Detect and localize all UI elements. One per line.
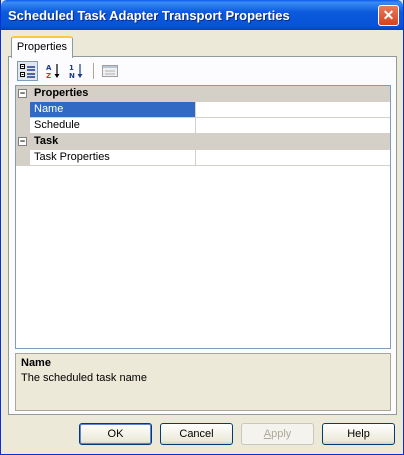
svg-text:N: N <box>69 72 75 79</box>
category-label: Properties <box>34 87 89 99</box>
property-grid-toolbar: A Z 1 N <box>15 59 391 83</box>
alphabetical-sort-button[interactable]: A Z <box>42 61 63 81</box>
property-name-cell[interactable]: Schedule <box>30 118 196 133</box>
description-title: Name <box>21 357 51 369</box>
ok-button[interactable]: OK <box>79 423 152 445</box>
property-value-cell[interactable] <box>197 150 390 165</box>
cancel-button[interactable]: Cancel <box>160 423 233 445</box>
close-button[interactable]: ✕ <box>378 5 399 26</box>
categorized-view-button[interactable] <box>17 61 38 81</box>
property-name-cell[interactable]: Task Properties <box>30 150 196 165</box>
property-value-cell[interactable] <box>197 102 390 117</box>
svg-text:A: A <box>46 64 52 72</box>
categorized-icon <box>19 64 35 78</box>
property-row-task-properties[interactable]: Task Properties <box>16 150 390 166</box>
properties-tab-panel: A Z 1 N − Properties Name Schedule − Tas… <box>8 56 397 415</box>
title-bar[interactable]: Scheduled Task Adapter Transport Propert… <box>1 0 403 30</box>
property-name-cell[interactable]: Name <box>30 102 196 117</box>
help-button[interactable]: Help <box>322 423 395 445</box>
svg-text:Z: Z <box>46 72 51 79</box>
category-row-properties[interactable]: − Properties <box>16 86 390 102</box>
svg-text:1: 1 <box>69 64 74 72</box>
window-title: Scheduled Task Adapter Transport Propert… <box>8 8 290 23</box>
property-value-cell[interactable] <box>197 118 390 133</box>
sort-az-icon: A Z <box>46 64 59 79</box>
apply-mnemonic: A <box>263 428 272 440</box>
dialog-window: Scheduled Task Adapter Transport Propert… <box>0 0 404 455</box>
numeric-sort-button[interactable]: 1 N <box>65 61 86 81</box>
sort-1n-icon: 1 N <box>69 64 82 79</box>
close-icon: ✕ <box>382 7 395 23</box>
property-grid[interactable]: − Properties Name Schedule − Task Task P… <box>15 85 391 349</box>
toolbar-separator <box>93 63 95 79</box>
row-gutter <box>16 118 30 134</box>
tab-properties[interactable]: Properties <box>11 36 73 58</box>
category-label: Task <box>34 135 59 147</box>
property-pages-icon <box>101 65 118 77</box>
collapse-icon[interactable]: − <box>18 137 27 146</box>
row-gutter <box>16 150 30 166</box>
description-pane: Name The scheduled task name <box>15 353 391 411</box>
collapse-icon[interactable]: − <box>18 89 27 98</box>
property-row-name[interactable]: Name <box>16 102 390 118</box>
apply-button[interactable]: Apply <box>241 423 314 445</box>
category-row-task[interactable]: − Task <box>16 134 390 150</box>
property-row-schedule[interactable]: Schedule <box>16 118 390 134</box>
row-gutter <box>16 102 30 118</box>
property-pages-button[interactable] <box>99 61 120 81</box>
description-text: The scheduled task name <box>21 372 147 384</box>
apply-label-rest: pply <box>271 428 292 440</box>
